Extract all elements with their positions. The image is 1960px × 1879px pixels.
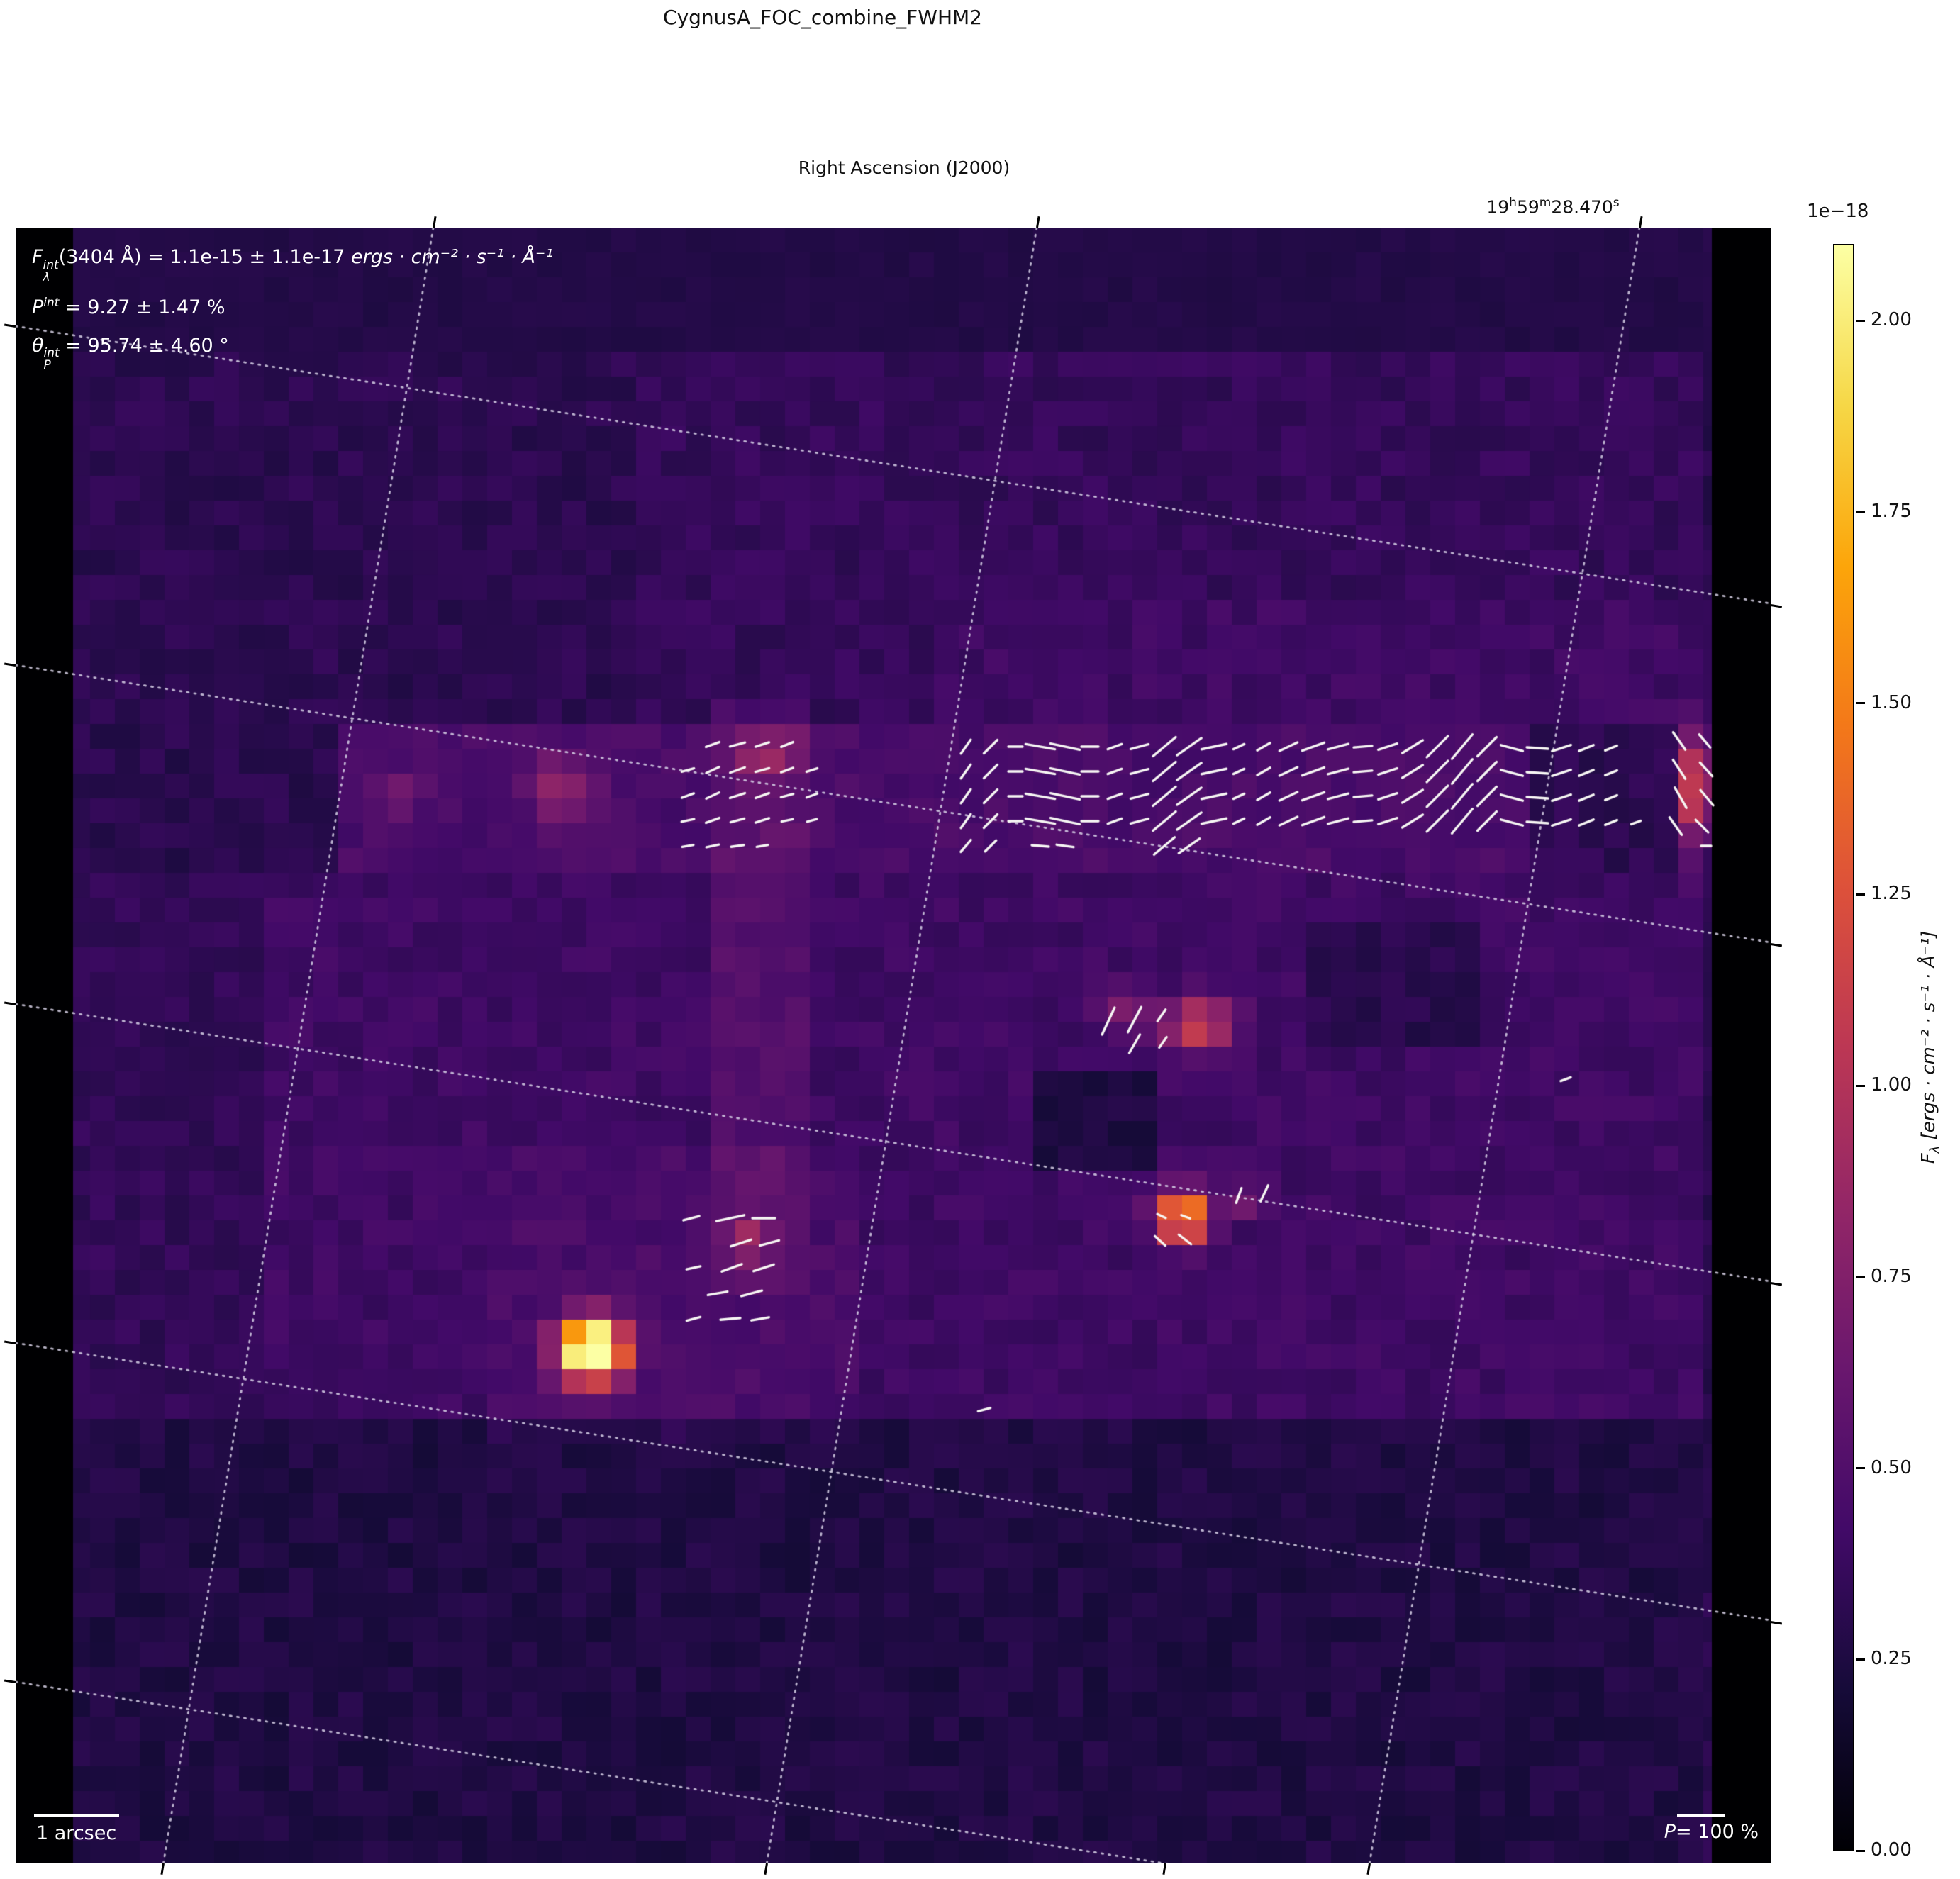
ra-minutes: 59: [1516, 196, 1539, 218]
ra-hours: 19: [1486, 196, 1510, 218]
axis-tick: [4, 662, 16, 667]
colorbar-tick-mark: [1856, 1467, 1865, 1469]
colorbar-tick-mark: [1856, 319, 1865, 322]
colorbar-tick-mark: [1856, 702, 1865, 704]
flux-value: (3404 Å) = 1.1e-15 ± 1.1e-17: [58, 246, 351, 268]
flux-supsub: int λ: [43, 257, 59, 284]
ra-minutes-unit: m: [1539, 196, 1552, 210]
angle-symbol: θ: [32, 334, 44, 357]
colorbar-tick-label: 0.75: [1871, 1265, 1912, 1287]
axis-tick: [1770, 603, 1783, 608]
axis-tick: [1638, 216, 1643, 228]
ra-seconds-unit: s: [1613, 196, 1620, 210]
arcsec-scale-label: 1 arcsec: [36, 1822, 117, 1844]
colorbar-tick-mark: [1856, 1849, 1865, 1852]
colorbar-tick-label: 2.00: [1871, 309, 1912, 330]
colorbar-tick-mark: [1856, 1658, 1865, 1661]
axis-tick: [4, 1001, 16, 1005]
axis-tick: [1770, 942, 1783, 947]
sky-image-canvas: [16, 228, 1771, 1863]
colorbar-tick-label: 0.00: [1871, 1839, 1912, 1861]
colorbar-tick-label: 0.25: [1871, 1648, 1912, 1670]
axis-tick: [160, 1863, 165, 1875]
angle-annotation: θ int P = 95.74 ± 4.60 °: [32, 327, 553, 372]
colorbar-tick-mark: [1856, 511, 1865, 513]
axis-tick: [4, 323, 16, 328]
colorbar-offset-label: 1e−18: [1807, 201, 1869, 222]
axis-tick: [1035, 216, 1040, 228]
ra-seconds: 28.470: [1551, 196, 1613, 218]
axis-tick: [4, 1340, 16, 1344]
angle-value: = 95.74 ± 4.60 °: [59, 334, 229, 357]
colorbar-tick-mark: [1856, 1084, 1865, 1087]
colorbar-tick-mark: [1856, 893, 1865, 896]
colorbar-tick-label: 0.50: [1871, 1456, 1912, 1478]
axis-tick: [1770, 1281, 1783, 1286]
figure-title: CygnusA_FOC_combine_FWHM2: [663, 6, 982, 29]
polarization-annotation: Pint = 9.27 ± 1.47 %: [32, 295, 225, 318]
colorbar-tick-label: 1.75: [1871, 500, 1912, 522]
flux-units: ergs · cm⁻² · s⁻¹ · Å⁻¹: [351, 246, 554, 268]
pol-symbol: P: [32, 296, 44, 318]
x-axis-label: Right Ascension (J2000): [798, 157, 1010, 178]
integrated-measurements: Fint λ (3404 Å) = 1.1e-15 ± 1.1e-17 ergs ·…: [32, 238, 553, 372]
arcsec-scale-bar: [34, 1814, 119, 1817]
axis-tick: [432, 216, 437, 228]
axis-tick: [763, 1863, 768, 1875]
polarization-scale-bar: [1677, 1814, 1725, 1817]
flux-annotation: Fint λ (3404 Å) = 1.1e-15 ± 1.1e-17 ergs ·…: [32, 238, 553, 284]
colorbar-axis-label: Fλ [ergs · cm⁻² · s⁻¹ · Å⁻¹]: [1917, 930, 1943, 1164]
axis-tick: [4, 1679, 16, 1683]
colorbar-tick-label: 1.50: [1871, 691, 1912, 713]
ra-tick-label: 19h59m28.470s: [1461, 196, 1645, 217]
angle-supsub: int P: [43, 346, 60, 373]
figure: CygnusA_FOC_combine_FWHM2 Right Ascensio…: [0, 0, 1960, 1879]
axis-tick: [1770, 1620, 1783, 1624]
pol-value: = 9.27 ± 1.47 %: [59, 296, 225, 318]
colorbar: [1833, 244, 1854, 1851]
axis-tick: [1162, 1863, 1166, 1875]
colorbar-tick-mark: [1856, 1276, 1865, 1278]
polarization-scale-label: P= 100 %: [1664, 1821, 1759, 1843]
axis-tick: [1366, 1863, 1371, 1875]
colorbar-tick-label: 1.25: [1871, 883, 1912, 905]
ra-hours-unit: h: [1509, 196, 1517, 210]
flux-symbol: F: [32, 246, 43, 268]
